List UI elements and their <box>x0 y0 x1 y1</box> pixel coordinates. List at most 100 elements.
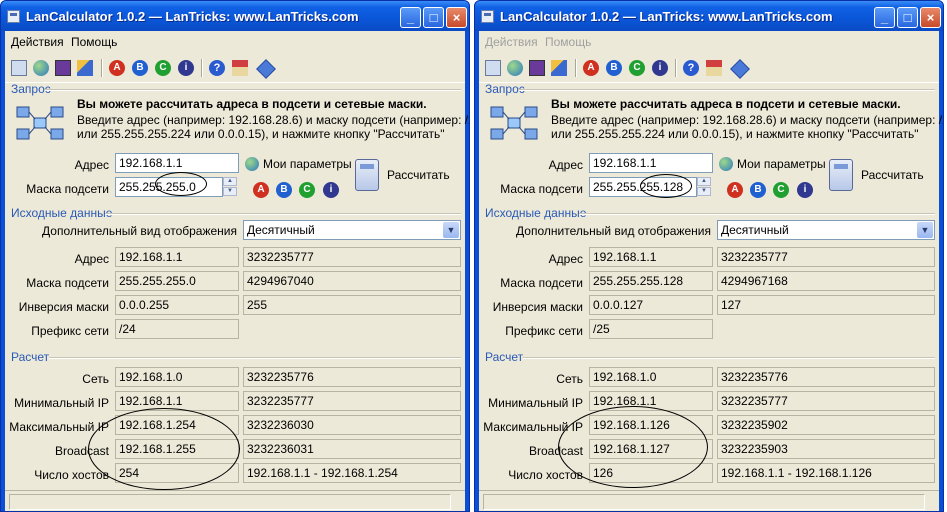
spin-down-icon[interactable]: ▼ <box>697 187 711 196</box>
home-icon[interactable] <box>232 60 248 76</box>
title-bar[interactable]: LanCalculator 1.0.2 — LanTricks: www.Lan… <box>1 1 469 31</box>
maximize-button[interactable]: □ <box>897 7 918 28</box>
address-input[interactable]: 192.168.1.1 <box>115 153 239 173</box>
row-value-alt[interactable]: 3232235777 <box>243 391 461 411</box>
row-value[interactable]: 192.168.1.1 <box>589 391 713 411</box>
calculator-icon[interactable] <box>11 60 27 76</box>
my-params-button[interactable]: Мои параметры <box>719 157 826 171</box>
menu-actions[interactable]: Действия <box>11 35 64 49</box>
row-value-alt[interactable]: 3232235776 <box>717 367 935 387</box>
menu-help[interactable]: Помощь <box>545 35 591 49</box>
class-c-icon[interactable]: C <box>773 182 789 198</box>
mask-input[interactable]: 255.255.255.128 <box>589 177 697 197</box>
row-value[interactable]: 126 <box>589 463 713 483</box>
mask-input[interactable]: 255.255.255.0 <box>115 177 223 197</box>
row-value[interactable]: 192.168.1.1 <box>589 247 713 267</box>
row-value[interactable]: 192.168.1.127 <box>589 439 713 459</box>
help-icon[interactable]: ? <box>209 60 225 76</box>
row-value[interactable]: /24 <box>115 319 239 339</box>
info-letter-icon[interactable]: i <box>323 182 339 198</box>
class-a-icon[interactable]: A <box>727 182 743 198</box>
info-letter-icon[interactable]: i <box>797 182 813 198</box>
row-value-alt[interactable]: 4294967168 <box>717 271 935 291</box>
row-value-alt[interactable]: 255 <box>243 295 461 315</box>
spin-down-icon[interactable]: ▼ <box>223 187 237 196</box>
brush-icon[interactable] <box>77 60 93 76</box>
description-line-2: или 255.255.255.224 или 0.0.0.15), и наж… <box>77 127 445 141</box>
row-value-alt[interactable]: 3232236031 <box>243 439 461 459</box>
class-a-icon[interactable]: A <box>253 182 269 198</box>
class-b-icon[interactable]: B <box>276 182 292 198</box>
menu-bar: Действия Помощь <box>5 31 465 52</box>
class-b-icon[interactable]: B <box>606 60 622 76</box>
row-value-alt[interactable]: 3232235777 <box>243 247 461 267</box>
row-value-alt[interactable]: 3232235777 <box>717 391 935 411</box>
row-value[interactable]: 192.168.1.1 <box>115 247 239 267</box>
menu-actions[interactable]: Действия <box>485 35 538 49</box>
about-icon[interactable] <box>730 59 750 79</box>
row-value-alt[interactable]: 3232235903 <box>717 439 935 459</box>
calculate-button[interactable]: Рассчитать <box>829 159 939 193</box>
my-params-button[interactable]: Мои параметры <box>245 157 352 171</box>
class-a-icon[interactable]: A <box>583 60 599 76</box>
class-a-icon[interactable]: A <box>109 60 125 76</box>
address-input[interactable]: 192.168.1.1 <box>589 153 713 173</box>
class-b-icon[interactable]: B <box>750 182 766 198</box>
menu-help[interactable]: Помощь <box>71 35 117 49</box>
globe-icon[interactable] <box>33 60 49 76</box>
toolbar-separator <box>101 59 103 77</box>
class-c-icon[interactable]: C <box>155 60 171 76</box>
close-button[interactable]: × <box>920 7 941 28</box>
row-value-alt[interactable]: 3232235777 <box>717 247 935 267</box>
home-icon[interactable] <box>706 60 722 76</box>
row-value[interactable]: 255.255.255.0 <box>115 271 239 291</box>
chevron-down-icon[interactable]: ▼ <box>443 222 459 238</box>
row-value[interactable]: 0.0.0.127 <box>589 295 713 315</box>
minimize-button[interactable]: _ <box>400 7 421 28</box>
row-value-alt[interactable]: 127 <box>717 295 935 315</box>
globe-icon <box>245 157 259 171</box>
display-mode-select[interactable]: Десятичный ▼ <box>243 220 461 240</box>
row-value[interactable]: 192.168.1.255 <box>115 439 239 459</box>
row-value[interactable]: 254 <box>115 463 239 483</box>
maximize-button[interactable]: □ <box>423 7 444 28</box>
class-b-icon[interactable]: B <box>132 60 148 76</box>
row-value-alt[interactable]: 192.168.1.1 - 192.168.1.254 <box>243 463 461 483</box>
mask-spinner[interactable]: ▲ ▼ <box>223 177 237 197</box>
row-value[interactable]: 192.168.1.126 <box>589 415 713 435</box>
class-c-icon[interactable]: C <box>299 182 315 198</box>
row-value[interactable]: 192.168.1.0 <box>115 367 239 387</box>
monitor-icon[interactable] <box>55 60 71 76</box>
row-value[interactable]: 192.168.1.0 <box>589 367 713 387</box>
row-value[interactable]: 255.255.255.128 <box>589 271 713 291</box>
address-label: Адрес <box>74 158 109 172</box>
row-value-alt[interactable]: 192.168.1.1 - 192.168.1.126 <box>717 463 935 483</box>
spin-up-icon[interactable]: ▲ <box>223 177 237 186</box>
row-value[interactable]: /25 <box>589 319 713 339</box>
row-value-alt[interactable]: 3232235902 <box>717 415 935 435</box>
row-value-alt[interactable]: 3232236030 <box>243 415 461 435</box>
title-bar[interactable]: LanCalculator 1.0.2 — LanTricks: www.Lan… <box>475 1 943 31</box>
spin-up-icon[interactable]: ▲ <box>697 177 711 186</box>
calculate-button[interactable]: Рассчитать <box>355 159 465 193</box>
row-value[interactable]: 0.0.0.255 <box>115 295 239 315</box>
brush-icon[interactable] <box>551 60 567 76</box>
class-c-icon[interactable]: C <box>629 60 645 76</box>
mask-spinner[interactable]: ▲ ▼ <box>697 177 711 197</box>
row-value-alt[interactable]: 4294967040 <box>243 271 461 291</box>
about-icon[interactable] <box>256 59 276 79</box>
info-letter-icon[interactable]: i <box>178 60 194 76</box>
row-value[interactable]: 192.168.1.1 <box>115 391 239 411</box>
info-letter-icon[interactable]: i <box>652 60 668 76</box>
chevron-down-icon[interactable]: ▼ <box>917 222 933 238</box>
row-value-alt[interactable]: 3232235776 <box>243 367 461 387</box>
minimize-button[interactable]: _ <box>874 7 895 28</box>
globe-icon[interactable] <box>507 60 523 76</box>
display-mode-select[interactable]: Десятичный ▼ <box>717 220 935 240</box>
row-label: Маска подсети <box>26 276 109 290</box>
calculator-icon[interactable] <box>485 60 501 76</box>
close-button[interactable]: × <box>446 7 467 28</box>
monitor-icon[interactable] <box>529 60 545 76</box>
row-value[interactable]: 192.168.1.254 <box>115 415 239 435</box>
help-icon[interactable]: ? <box>683 60 699 76</box>
